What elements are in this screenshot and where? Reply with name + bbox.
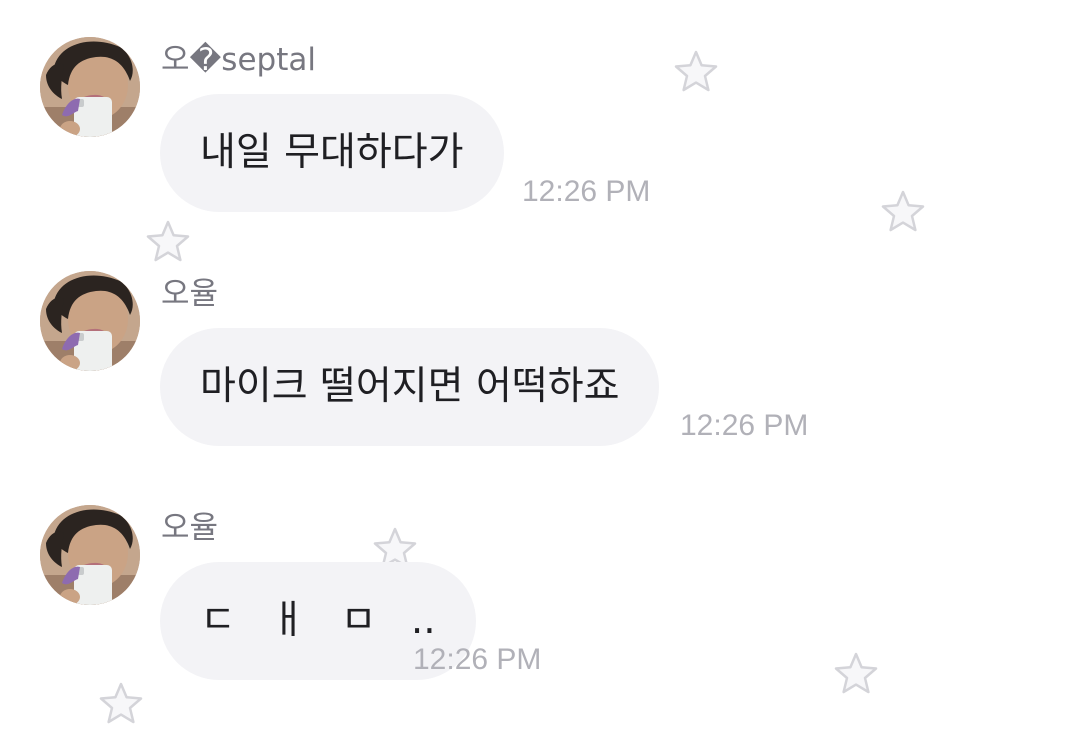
message-bubble[interactable]: 내일 무대하다가 bbox=[160, 94, 504, 212]
message-bubble[interactable]: 마이크 떨어지면 어떡하죠 bbox=[160, 328, 660, 446]
sender-name: 오율 bbox=[161, 510, 219, 546]
avatar[interactable] bbox=[40, 505, 140, 605]
message-timestamp: 12:26 PM bbox=[522, 175, 651, 208]
chat-message: 오율 마이크 떨어지면 어떡하죠 12:26 PM bbox=[40, 271, 1040, 471]
chat-screen: 오�septal 내일 무대하다가 12:26 PM 오율 마이크 떨어지면 어… bbox=[0, 0, 1080, 729]
message-timestamp: 12:26 PM bbox=[413, 643, 542, 676]
chat-message: 오�septal 내일 무대하다가 12:26 PM bbox=[40, 37, 1040, 237]
avatar[interactable] bbox=[40, 37, 140, 137]
message-timestamp: 12:26 PM bbox=[680, 409, 809, 442]
avatar[interactable] bbox=[40, 271, 140, 371]
chat-message: 오율 ㄷ ㅐ ㅁ .. 12:26 PM bbox=[40, 505, 1040, 705]
sender-name: 오율 bbox=[161, 276, 219, 312]
sender-name: 오�septal bbox=[161, 42, 316, 78]
